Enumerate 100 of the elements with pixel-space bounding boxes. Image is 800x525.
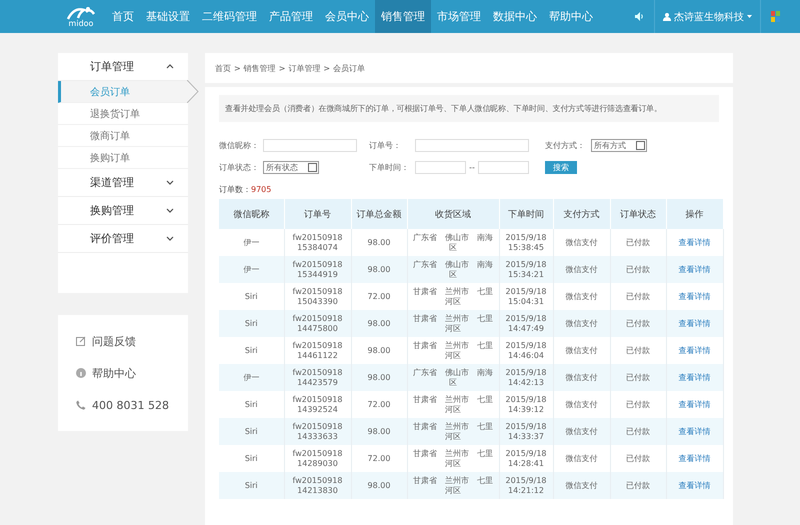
table-cell: 甘肃省 兰州市 七里河区 [407,472,499,499]
table-cell: 已付款 [610,364,666,391]
nav-tab[interactable]: 首页 [106,0,140,33]
view-details-link[interactable]: 查看详情 [678,400,710,409]
nav-tab[interactable]: 市场管理 [431,0,487,33]
nickname-field[interactable] [263,138,357,152]
column-header: 订单号 [284,199,351,229]
order-count-label: 订单数： [219,185,251,194]
table-cell: 广东省 佛山市 南海区 [407,256,499,283]
user-menu[interactable]: 杰诗蓝生物科技 [654,0,761,33]
support-link[interactable]: 帮助中心 [92,366,136,380]
field-label: 下单时间： [369,162,410,172]
table-cell: 微信支付 [553,472,610,499]
field-label: 微信昵称： [219,140,260,150]
table-cell: Siri [219,472,284,499]
table-cell: 2015/9/18 14:47:49 [499,310,553,337]
table-cell: 2015/9/18 14:42:13 [499,364,553,391]
support-link[interactable]: 400 8031 528 [92,398,169,412]
view-details-link[interactable]: 查看详情 [678,264,710,274]
phone-icon [76,400,86,410]
table-cell: 98.00 [351,310,407,337]
table-cell: fw20150918 14475800 [284,310,351,337]
end-date-field[interactable] [478,160,529,174]
nav-tab[interactable]: 数据中心 [487,0,543,33]
table-cell: 已付款 [610,256,666,283]
table-cell: fw20150918 14333633 [284,418,351,445]
view-details-link[interactable]: 查看详情 [678,318,710,328]
column-header: 下单时间 [499,199,553,229]
column-header: 收货区域 [407,199,499,229]
table-cell: 伊一 [219,364,284,391]
notice-text: 查看并处理会员（消费者）在微商城所下的订单，可根据订单号、下单人微信昵称、下单时间、支付方式等进行筛选查看订单。 [219,95,719,122]
chevron-down-icon [166,236,174,241]
table-cell: 98.00 [351,256,407,283]
nav-tab[interactable]: 会员中心 [319,0,375,33]
date-separator: -- [468,162,476,172]
table-cell: 甘肃省 兰州市 七里河区 [407,418,499,445]
table-cell: 微信支付 [553,418,610,445]
nav-tab[interactable]: 二维码管理 [196,0,263,33]
chevron-up-icon [166,64,174,69]
breadcrumb-link[interactable]: 会员订单 [333,62,366,74]
chevron-down-icon [166,180,174,185]
breadcrumb-separator: > [278,64,286,72]
table-cell: 微信支付 [553,364,610,391]
column-header: 操作 [666,199,723,229]
view-details-link[interactable]: 查看详情 [678,238,710,247]
status-dropdown[interactable]: 所有状态 [263,160,319,174]
field-label: 支付方式： [545,140,586,150]
order-number-field[interactable] [415,138,529,152]
view-details-link[interactable]: 查看详情 [678,292,710,301]
order-count-value: 9705 [251,185,272,194]
table-cell: 98.00 [351,472,407,499]
speaker-icon[interactable] [635,12,644,21]
nav-tab[interactable]: 产品管理 [263,0,319,33]
start-date-field[interactable] [415,160,466,174]
table-cell: Siri [219,310,284,337]
user-icon [663,12,671,20]
column-header: 微信昵称 [219,199,284,229]
field-label: 订单状态： [219,162,260,172]
nav-tab[interactable]: 帮助中心 [543,0,599,33]
search-button[interactable]: 搜索 [545,160,577,174]
breadcrumb-link[interactable]: 首页 [215,62,231,74]
breadcrumb-separator: > [234,64,241,72]
nav-tab[interactable]: 基础设置 [140,0,196,33]
payment-dropdown[interactable]: 所有方式 [591,138,647,152]
table-cell: 已付款 [610,418,666,445]
view-details-link[interactable]: 查看详情 [678,372,710,382]
breadcrumb-link[interactable]: 销售管理 [244,62,276,74]
breadcrumb-link[interactable]: 订单管理 [288,62,320,74]
logo-text: midoo [68,20,94,28]
field-label: 订单号： [369,140,402,150]
table-cell: 2015/9/18 14:21:12 [499,472,553,499]
table-cell: 已付款 [610,472,666,499]
info-icon [76,368,86,378]
view-details-link[interactable]: 查看详情 [678,346,710,355]
table-cell: fw20150918 15344919 [284,256,351,283]
table-cell: 98.00 [351,418,407,445]
table-cell: 2015/9/18 14:33:37 [499,418,553,445]
table-cell: 已付款 [610,310,666,337]
edit-icon [76,336,86,346]
table-cell: 甘肃省 兰州市 七里河区 [407,310,499,337]
grid-icon[interactable] [771,11,780,22]
logo-icon [66,6,96,20]
view-details-link[interactable]: 查看详情 [678,426,710,436]
nav-tab[interactable]: 销售管理 [375,0,431,33]
caret-icon [747,15,752,18]
table-cell: 广东省 佛山市 南海区 [407,364,499,391]
view-details-link[interactable]: 查看详情 [678,480,710,490]
table-cell: 微信支付 [553,310,610,337]
view-details-link[interactable]: 查看详情 [678,454,710,463]
table-cell: 伊一 [219,256,284,283]
breadcrumb-separator: > [323,64,330,72]
column-header: 订单状态 [610,199,666,229]
support-link[interactable]: 问题反馈 [92,334,136,348]
table-cell: Siri [219,418,284,445]
column-header: 支付方式 [553,199,610,229]
table-cell: 98.00 [351,364,407,391]
table-cell: fw20150918 14423579 [284,364,351,391]
chevron-down-icon [166,208,174,213]
pointer-arrow-icon [187,80,199,103]
table-cell: 2015/9/18 15:34:21 [499,256,553,283]
